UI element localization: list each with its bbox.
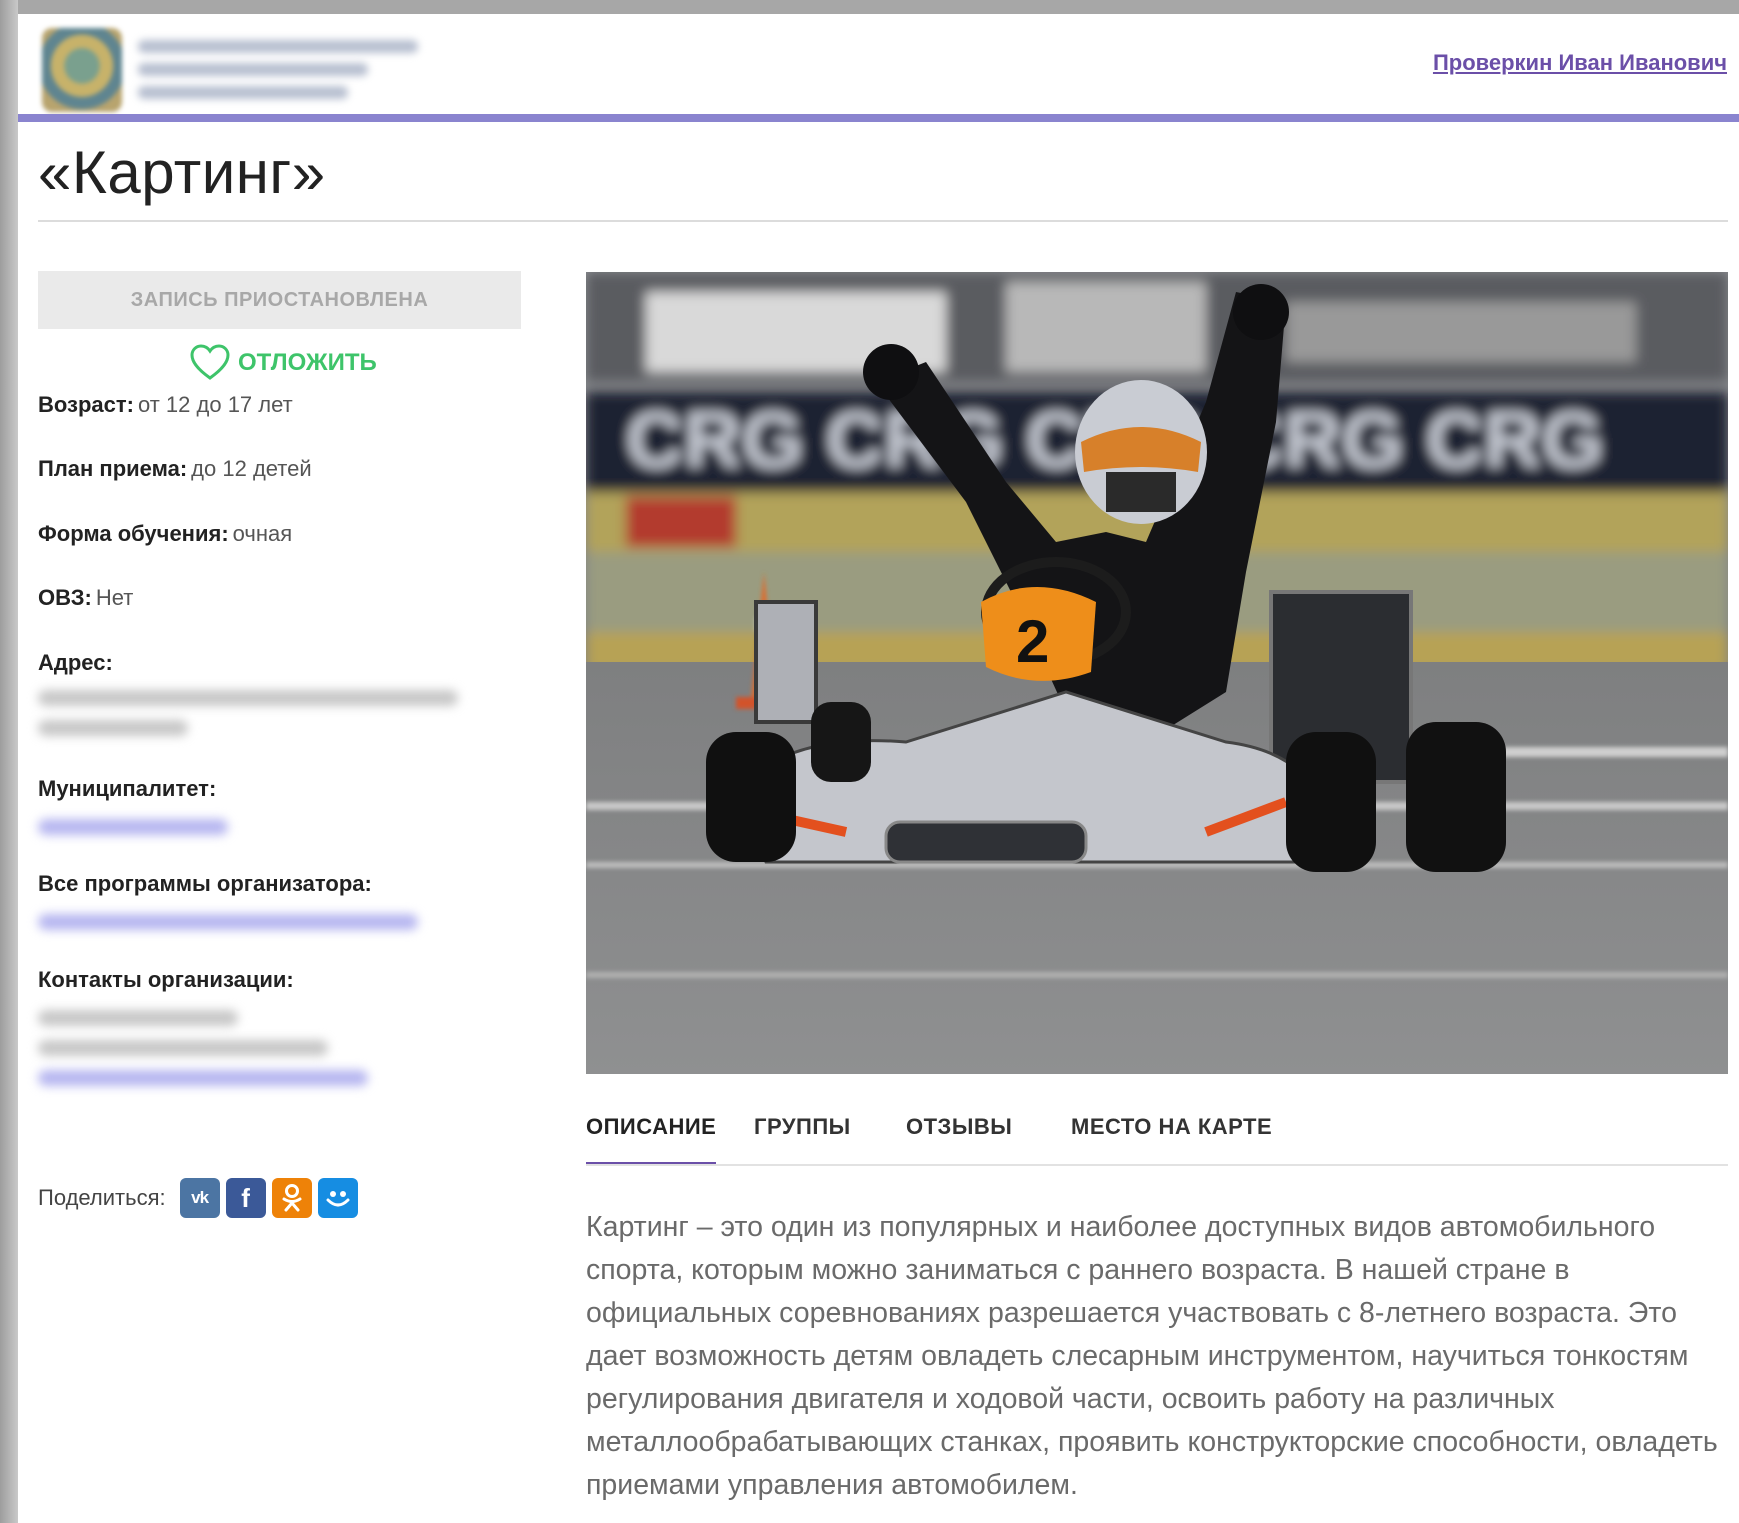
address-label: Адрес: [38,650,113,675]
age-label: Возраст: [38,392,134,417]
title-divider [38,220,1728,222]
kart-number: 2 [1016,608,1049,675]
plan-row: План приема: до 12 детей [38,456,312,482]
study-form-label: Форма обучения: [38,521,229,546]
plan-value: до 12 детей [191,456,312,481]
program-photo: CRG CRG CRG CRG CRG [586,272,1728,1074]
study-form-row: Форма обучения: очная [38,521,292,547]
program-description: Картинг – это один из популярных и наибо… [586,1211,1718,1501]
screenshot-frame-top [0,0,1739,14]
share-label: Поделиться: [38,1185,166,1210]
enrollment-suspended-button[interactable]: ЗАПИСЬ ПРИОСТАНОВЛЕНА [38,271,521,329]
tab-map-location[interactable]: МЕСТО НА КАРТЕ [1071,1114,1272,1140]
header-accent-bar [18,114,1739,122]
all-programs-row: Все программы организатора: [38,871,372,897]
share-panel: Поделиться: vk f [38,1178,358,1218]
tab-groups[interactable]: ГРУППЫ [754,1114,851,1140]
age-value: от 12 до 17 лет [137,392,293,417]
postpone-button[interactable]: ОТЛОЖИТЬ [190,344,377,382]
organization-logo[interactable] [42,28,122,112]
screenshot-frame-left [0,0,18,1523]
postpone-label: ОТЛОЖИТЬ [238,349,377,376]
age-row: Возраст: от 12 до 17 лет [38,392,293,418]
study-form-value: очная [232,521,293,546]
ovz-label: ОВЗ: [38,585,92,610]
contacts-row: Контакты организации: [38,967,294,993]
plan-label: План приема: [38,456,188,481]
organization-name-blurred [138,32,468,110]
municipality-link-blurred[interactable] [38,819,228,849]
facebook-icon[interactable]: f [225,1178,266,1218]
odnoklassniki-icon[interactable] [271,1178,312,1218]
tab-description[interactable]: ОПИСАНИЕ [586,1114,716,1140]
user-profile-link[interactable]: Проверкин Иван Иванович [1433,50,1727,76]
karting-photo-illustration: CRG CRG CRG CRG CRG [586,272,1728,1074]
program-tabs: ОПИСАНИЕ ГРУППЫ ОТЗЫВЫ МЕСТО НА КАРТЕ [586,1104,1728,1166]
ovz-value: Нет [95,585,134,610]
tabs-divider [586,1164,1728,1166]
address-value-blurred [38,690,458,750]
ovz-row: ОВЗ: Нет [38,585,133,611]
address-row: Адрес: [38,650,113,676]
moimir-icon[interactable] [317,1178,358,1218]
contacts-value-blurred [38,1010,368,1100]
page: Проверкин Иван Иванович «Картинг» ЗАПИСЬ… [18,14,1739,1523]
all-programs-link-blurred[interactable] [38,914,418,944]
all-programs-label: Все программы организатора: [38,871,372,896]
municipality-row: Муниципалитет: [38,776,216,802]
heart-icon [190,344,230,380]
page-title: «Картинг» [38,139,326,206]
site-header: Проверкин Иван Иванович [18,14,1739,114]
vk-icon[interactable]: vk [179,1178,220,1218]
municipality-label: Муниципалитет: [38,776,217,801]
contacts-label: Контакты организации: [38,967,294,992]
tab-reviews[interactable]: ОТЗЫВЫ [906,1114,1012,1140]
